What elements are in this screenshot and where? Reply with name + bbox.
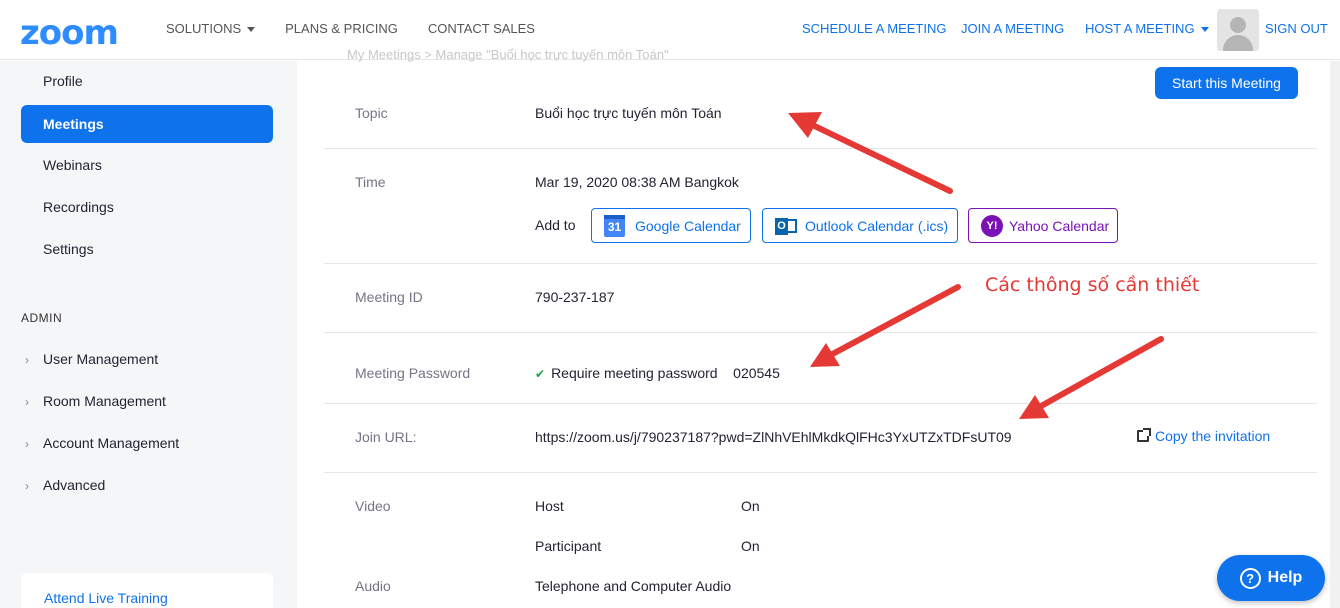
audio-label: Audio: [355, 578, 391, 594]
sidebar-item-webinars[interactable]: Webinars: [21, 146, 273, 184]
sidebar: Profile Meetings Webinars Recordings Set…: [0, 61, 297, 608]
chevron-down-icon: [1200, 27, 1209, 33]
chevron-right-icon: ›: [25, 353, 29, 367]
join-url-label: Join URL:: [355, 429, 417, 445]
help-button[interactable]: ? Help: [1217, 555, 1325, 601]
attend-live-training-link[interactable]: Attend Live Training: [44, 590, 168, 606]
meeting-id-label: Meeting ID: [355, 289, 423, 305]
share-icon: [1137, 428, 1151, 442]
time-label: Time: [355, 174, 386, 190]
password-value: 020545: [733, 365, 780, 381]
annotation-text: Các thông số cần thiết: [985, 274, 1200, 296]
divider: [324, 472, 1317, 473]
host-video-label: Host: [535, 498, 564, 514]
nav-join-meeting[interactable]: JOIN A MEETING: [961, 21, 1064, 36]
google-calendar-button[interactable]: 31 Google Calendar: [591, 208, 751, 243]
top-header: zoom SOLUTIONS PLANS & PRICING CONTACT S…: [0, 0, 1340, 60]
chevron-down-icon: [247, 27, 256, 33]
password-row: ✔ Require meeting password 020545: [535, 365, 780, 381]
divider: [324, 263, 1317, 264]
copy-invitation-link[interactable]: Copy the invitation: [1137, 428, 1270, 444]
add-to-label: Add to: [535, 217, 576, 233]
nav-sign-out[interactable]: SIGN OUT: [1265, 21, 1328, 36]
breadcrumb[interactable]: My Meetings > Manage "Buổi học trực tuyế…: [347, 47, 669, 62]
avatar[interactable]: [1217, 9, 1259, 51]
topic-label: Topic: [355, 105, 388, 121]
nav-plans-pricing[interactable]: PLANS & PRICING: [285, 21, 398, 36]
chevron-right-icon: ›: [25, 395, 29, 409]
nav-left: SOLUTIONS PLANS & PRICING CONTACT SALES: [166, 21, 535, 36]
sidebar-item-meetings[interactable]: Meetings: [21, 105, 273, 143]
avatar-body: [1223, 35, 1253, 51]
nav-contact-sales[interactable]: CONTACT SALES: [428, 21, 535, 36]
yahoo-calendar-button[interactable]: Y! Yahoo Calendar: [968, 208, 1118, 243]
sidebar-item-recordings[interactable]: Recordings: [21, 188, 273, 226]
nav-schedule-meeting[interactable]: SCHEDULE A MEETING: [802, 21, 946, 36]
scrollbar[interactable]: [1330, 61, 1340, 608]
sidebar-item-room-management[interactable]: › Room Management: [21, 385, 273, 417]
google-calendar-icon: 31: [604, 214, 625, 237]
meeting-detail: My Meetings > Manage "Buổi học trực tuyế…: [297, 47, 1340, 608]
join-url-value[interactable]: https://zoom.us/j/790237187?pwd=ZlNhVEhl…: [535, 429, 1012, 445]
avatar-head: [1230, 17, 1246, 33]
sidebar-item-settings[interactable]: Settings: [21, 230, 273, 268]
audio-value: Telephone and Computer Audio: [535, 578, 732, 594]
sidebar-item-account-management[interactable]: › Account Management: [21, 427, 273, 459]
question-icon: ?: [1239, 567, 1261, 589]
meeting-id-value: 790-237-187: [535, 289, 615, 305]
divider: [324, 148, 1317, 149]
zoom-logo[interactable]: zoom: [20, 13, 119, 53]
divider: [324, 403, 1317, 404]
divider: [324, 332, 1317, 333]
topic-value: Buổi học trực tuyến môn Toán: [535, 105, 722, 121]
outlook-calendar-button[interactable]: O Outlook Calendar (.ics): [762, 208, 958, 243]
zoom-page: zoom SOLUTIONS PLANS & PRICING CONTACT S…: [0, 0, 1340, 608]
attend-live-training-card: Attend Live Training: [21, 573, 273, 608]
check-icon: ✔: [535, 367, 546, 381]
participant-video-value: On: [741, 538, 760, 554]
start-meeting-button[interactable]: Start this Meeting: [1155, 67, 1298, 99]
sidebar-admin-heading: ADMIN: [21, 311, 63, 325]
sidebar-item-user-management[interactable]: › User Management: [21, 343, 273, 375]
video-label: Video: [355, 498, 391, 514]
nav-host-meeting[interactable]: HOST A MEETING: [1085, 21, 1209, 36]
sidebar-item-advanced[interactable]: › Advanced: [21, 469, 273, 501]
time-value: Mar 19, 2020 08:38 AM Bangkok: [535, 174, 739, 190]
password-label: Meeting Password: [355, 365, 471, 381]
participant-video-label: Participant: [535, 538, 602, 554]
host-video-value: On: [741, 498, 760, 514]
yahoo-icon: Y!: [981, 214, 1003, 237]
sidebar-item-profile[interactable]: Profile: [21, 62, 273, 100]
chevron-right-icon: ›: [25, 437, 29, 451]
nav-solutions[interactable]: SOLUTIONS: [166, 21, 256, 36]
chevron-right-icon: ›: [25, 479, 29, 493]
outlook-icon: O: [775, 215, 797, 237]
